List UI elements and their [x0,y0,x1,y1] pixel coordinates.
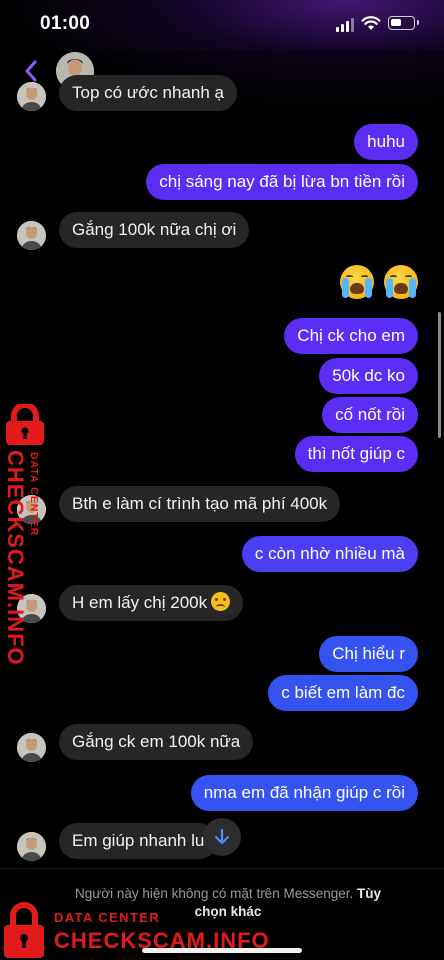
watermark-brand: CHECKSCAM.INFO [3,450,28,666]
lock-icon [6,404,44,445]
contact-avatar-small[interactable] [17,221,46,250]
message-incoming: H em lấy chị 200k [59,585,244,621]
message-outgoing: huhu [354,124,418,160]
message-outgoing: nma em đã nhận giúp c rồi [190,775,418,811]
contact-avatar-small[interactable] [17,733,46,762]
message-outgoing: chị sáng nay đã bị lừa bn tiền rồi [146,164,418,200]
contact-avatar-small[interactable] [17,82,46,111]
message-outgoing-emoji [340,265,418,299]
battery-icon [388,16,419,30]
scroll-to-bottom-button[interactable] [203,818,241,856]
battery-level [391,19,401,26]
watermark-brand: CHECKSCAM.INFO [54,928,270,953]
crying-face-icon [384,265,418,299]
message-text: H em lấy chị 200k [72,593,208,612]
message-incoming: Gắng 100k nữa chị ơi [59,212,250,248]
crying-face-icon [340,265,374,299]
notice-text: Người này hiện không có mặt trên Messeng… [74,886,354,901]
watermark-bottom: DATA CENTER CHECKSCAM.INFO [0,900,300,960]
contact-avatar-small[interactable] [17,832,46,861]
lock-icon [4,902,44,958]
status-time: 01:00 [40,13,91,34]
scrollbar[interactable] [438,312,441,438]
message-outgoing: c còn nhờ nhiều mà [241,536,418,572]
watermark-sub: DATA CENTER [28,452,40,537]
watermark-sub: DATA CENTER [54,910,161,925]
message-incoming: Em giúp nhanh lu [59,823,218,859]
message-incoming: Top có ước nhanh ạ [59,75,238,111]
message-outgoing: c biết em làm đc [268,675,418,711]
message-incoming: Gắng ck em 100k nữa [59,724,254,760]
signal-icon [336,18,356,32]
watermark-side: CHECKSCAM.INFO DATA CENTER [2,404,50,666]
message-outgoing: thì nốt giúp c [294,436,418,472]
arrow-down-icon [214,828,230,845]
chevron-left-icon [25,60,37,82]
sad-face-icon [211,592,231,611]
message-outgoing: cố nốt rồi [322,397,418,433]
message-incoming: Bth e làm cí trình tạo mã phí 400k [59,486,341,522]
message-outgoing: 50k dc ko [319,358,418,394]
message-outgoing: Chị hiểu r [319,636,418,672]
message-outgoing: Chị ck cho em [284,318,418,354]
status-bar: 01:00 [0,0,444,50]
wifi-icon [361,16,381,30]
